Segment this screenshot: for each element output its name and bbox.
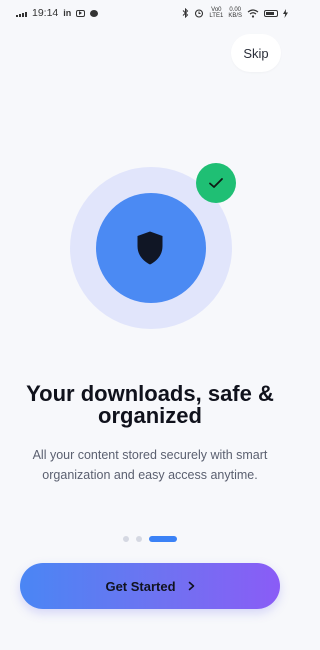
hero-illustration — [66, 163, 236, 333]
alarm-icon — [195, 9, 204, 18]
page-dot-1[interactable] — [123, 536, 129, 542]
network-type-bottom: LTE1 — [209, 13, 224, 19]
get-started-button[interactable]: Get Started — [20, 563, 280, 609]
skip-button[interactable]: Skip — [231, 34, 281, 72]
battery-icon — [264, 9, 278, 17]
page-dot-3-active[interactable] — [149, 536, 177, 542]
youtube-icon — [76, 9, 86, 17]
wifi-icon — [247, 8, 259, 18]
check-icon — [209, 178, 223, 188]
headline: Your downloads, safe & organized — [26, 381, 274, 428]
chevron-right-icon — [188, 581, 194, 591]
status-time: 19:14 — [32, 7, 59, 19]
signal-icon — [16, 9, 27, 17]
message-icon — [90, 9, 99, 17]
data-speed-unit: KB/S — [228, 13, 242, 19]
status-right: Vo0 LTE1 0.00 KB/S — [182, 7, 288, 19]
description: All your content stored securely with sm… — [32, 448, 268, 482]
check-badge — [196, 163, 236, 203]
shield-icon — [137, 231, 163, 265]
status-bar: 19:14 in Vo0 LTE1 0.00 KB/S — [0, 0, 300, 26]
charging-icon — [283, 8, 288, 18]
data-speed: 0.00 KB/S — [228, 7, 242, 19]
get-started-label: Get Started — [105, 578, 176, 594]
onboarding-screen: 19:14 in Vo0 LTE1 0.00 KB/S Skip Your down… — [0, 0, 300, 650]
page-dot-2[interactable] — [136, 536, 142, 542]
linkedin-icon: in — [63, 7, 72, 18]
status-left: 19:14 in — [16, 7, 99, 19]
bluetooth-icon — [183, 8, 189, 18]
pagination — [123, 536, 177, 542]
network-type: Vo0 LTE1 — [209, 7, 223, 19]
